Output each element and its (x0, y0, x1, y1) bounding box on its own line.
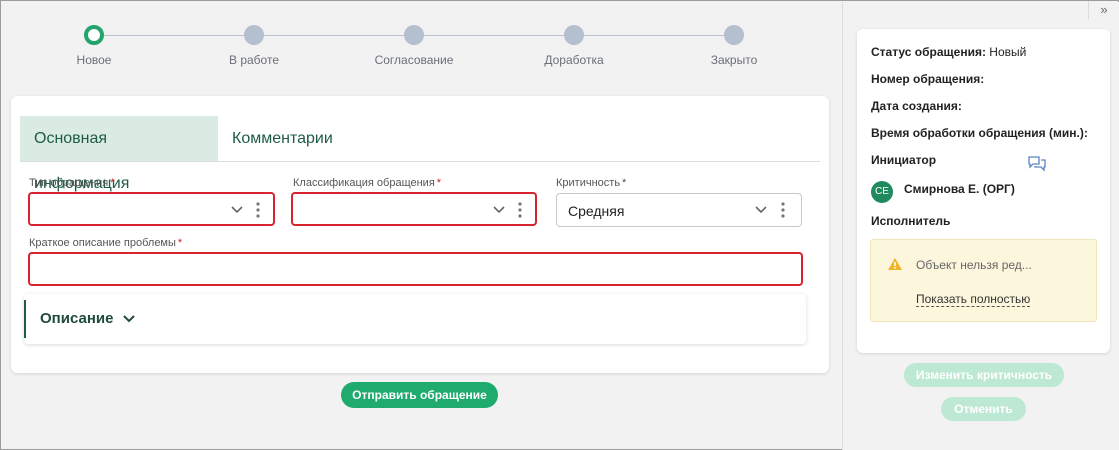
collapse-panel-icon[interactable]: » (1097, 3, 1111, 17)
request-info-card: Статус обращения: Новый Номер обращения:… (857, 29, 1110, 353)
initiator-name[interactable]: Смирнова Е. (ОРГ) (904, 182, 1015, 196)
initiator-label: Инициатор (871, 153, 937, 167)
status-stepper: Новое В работе Согласование Доработка За… (41, 23, 801, 73)
short-description-input[interactable] (28, 252, 803, 286)
step-new: Новое (34, 23, 154, 67)
warning-box: Объект нельзя ред... Показать полностью (870, 239, 1097, 322)
step-label: Закрыто (710, 53, 758, 67)
status-row: Статус обращения: Новый (871, 45, 1027, 59)
step-dot (564, 25, 584, 45)
divider (1088, 1, 1089, 19)
description-title: Описание (40, 310, 114, 327)
status-value: Новый (989, 45, 1027, 59)
cancel-button[interactable]: Отменить (941, 397, 1026, 421)
short-description-label: Краткое описание проблемы * (29, 237, 183, 249)
executor-label: Исполнитель (871, 214, 951, 228)
description-accent-bar (24, 300, 26, 338)
step-closed: Закрыто (674, 23, 794, 67)
chevron-down-icon[interactable] (122, 312, 136, 326)
step-rework: Доработка (514, 23, 634, 67)
chevron-down-icon[interactable] (230, 202, 244, 216)
request-type-select[interactable] (28, 192, 275, 226)
step-approval: Согласование (354, 23, 474, 67)
criticality-label: Критичность * (556, 177, 627, 189)
criticality-value: Средняя (568, 203, 625, 219)
change-criticality-button[interactable]: Изменить критичность (904, 363, 1064, 387)
avatar: СЕ (871, 181, 893, 203)
more-vertical-icon[interactable] (255, 201, 261, 219)
classification-select[interactable] (291, 192, 537, 226)
criticality-select[interactable]: Средняя (556, 193, 802, 227)
step-dot (404, 25, 424, 45)
tab-main-info[interactable]: Основная информация (20, 116, 218, 192)
chevron-down-icon[interactable] (492, 202, 506, 216)
created-date-row: Дата создания: (871, 99, 962, 113)
request-form-card: Основная информация Комментарии Тип обра… (11, 96, 829, 373)
step-dot (724, 25, 744, 45)
warning-icon (888, 258, 902, 270)
classification-label: Классификация обращения * (293, 177, 442, 189)
more-vertical-icon[interactable] (517, 201, 523, 219)
warning-text: Объект нельзя ред... (916, 258, 1032, 272)
form-tabs: Основная информация Комментарии (20, 116, 820, 192)
processing-time-row: Время обработки обращения (мин.): (871, 126, 1088, 140)
step-dot (244, 25, 264, 45)
more-vertical-icon[interactable] (780, 201, 786, 219)
step-label: Доработка (544, 53, 604, 67)
request-type-label: Тип обращения * (29, 177, 115, 189)
chevron-down-icon[interactable] (754, 202, 768, 216)
step-label: В работе (228, 53, 279, 67)
app-window: Новое В работе Согласование Доработка За… (0, 0, 1119, 450)
chat-icon[interactable] (1027, 155, 1047, 173)
show-full-link[interactable]: Показать полностью (916, 292, 1031, 307)
step-dot (84, 25, 104, 45)
tab-comments[interactable]: Комментарии (218, 116, 347, 161)
step-in-progress: В работе (194, 23, 314, 67)
description-section[interactable]: Описание (24, 294, 806, 344)
step-label: Новое (76, 53, 112, 67)
step-label: Согласование (374, 53, 454, 67)
number-row: Номер обращения: (871, 72, 985, 86)
submit-request-button[interactable]: Отправить обращение (341, 382, 498, 408)
